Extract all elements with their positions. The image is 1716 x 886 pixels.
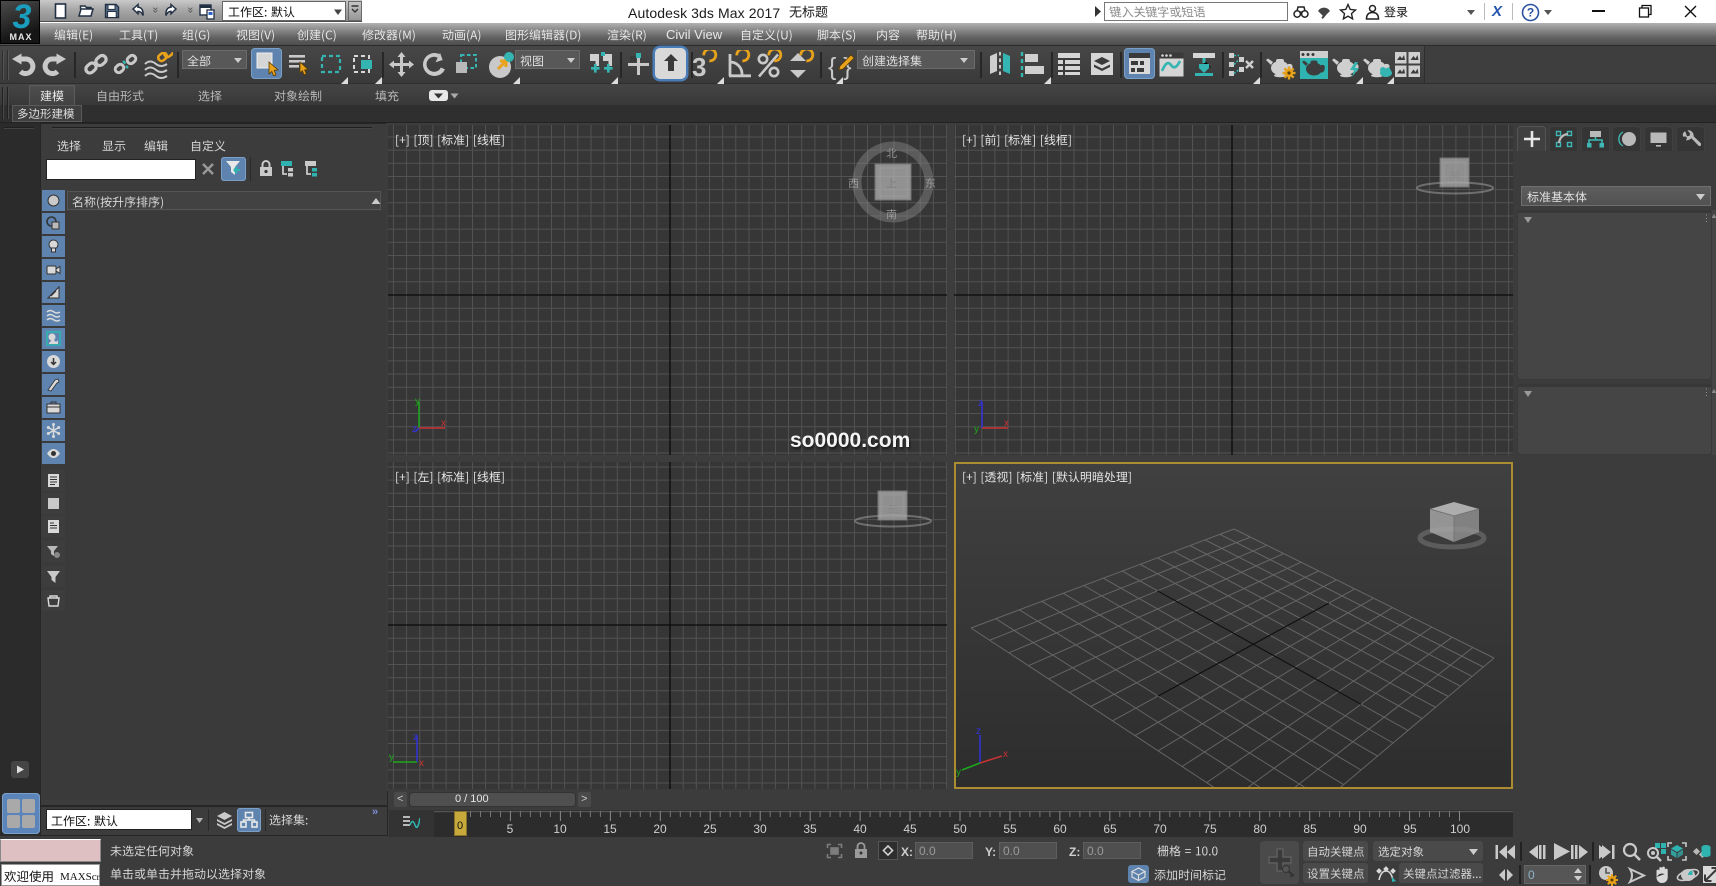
svg-text:z: z bbox=[976, 726, 981, 737]
svg-text:x: x bbox=[441, 418, 446, 429]
svg-text:3: 3 bbox=[13, 0, 32, 35]
svg-text:x: x bbox=[1003, 749, 1008, 760]
svg-text:3: 3 bbox=[692, 52, 706, 80]
svg-text:x: x bbox=[1004, 418, 1009, 429]
svg-text:y: y bbox=[389, 752, 394, 763]
svg-text:z: z bbox=[413, 732, 418, 743]
svg-text:y: y bbox=[956, 767, 961, 778]
svg-text:y: y bbox=[415, 396, 420, 407]
svg-text:z: z bbox=[978, 398, 983, 409]
svg-text:z: z bbox=[412, 424, 417, 435]
svg-text:y: y bbox=[974, 424, 979, 435]
svg-text:x: x bbox=[419, 758, 424, 769]
svg-text:?: ? bbox=[1527, 6, 1534, 20]
